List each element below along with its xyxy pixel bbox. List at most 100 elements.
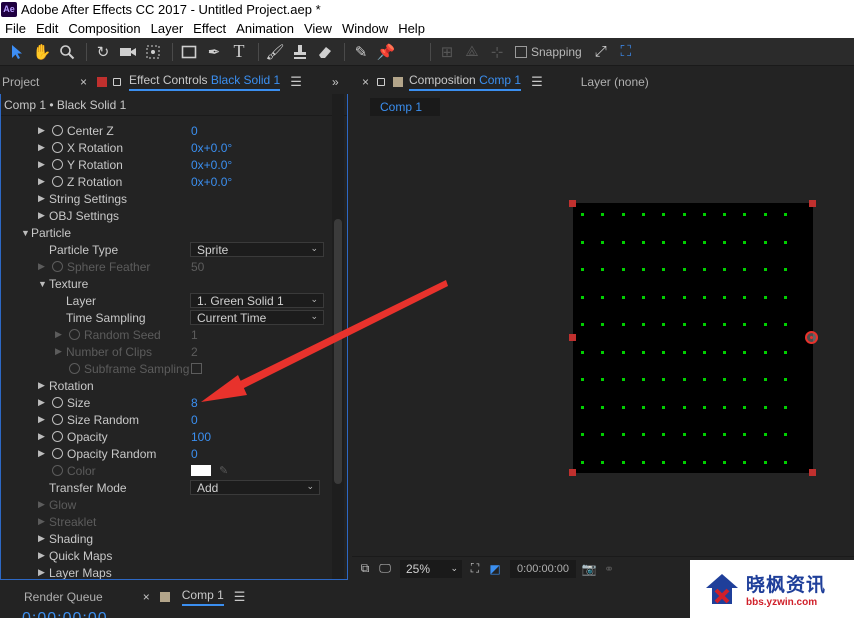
stopwatch-icon[interactable] xyxy=(69,329,80,340)
pan-behind-tool-icon[interactable] xyxy=(142,41,164,63)
region-of-interest-icon[interactable]: ⛶ xyxy=(466,560,484,578)
lock-icon[interactable] xyxy=(113,78,122,86)
property-dropdown[interactable]: Sprite ⌄ xyxy=(190,242,324,257)
stopwatch-icon[interactable] xyxy=(52,261,63,272)
menu-layer[interactable]: Layer xyxy=(146,21,189,36)
property-value[interactable]: 50 xyxy=(191,260,204,274)
tab-timeline-comp[interactable]: Comp 1 xyxy=(181,588,224,606)
expand-triangle-icon[interactable]: ▶ xyxy=(38,210,45,221)
property-row[interactable]: ▶ Opacity 100 xyxy=(1,428,331,445)
expand-triangle-icon[interactable]: ▶ xyxy=(38,397,45,408)
comp-navigator-tab[interactable]: Comp 1 xyxy=(370,98,440,116)
expand-triangle-icon[interactable]: ▶ xyxy=(38,567,45,578)
eyedropper-icon[interactable]: ✎ xyxy=(219,464,228,477)
transform-handle[interactable] xyxy=(569,200,576,207)
menu-edit[interactable]: Edit xyxy=(31,21,63,36)
clone-stamp-tool-icon[interactable] xyxy=(289,41,311,63)
property-row[interactable]: Particle Type Sprite ⌄ xyxy=(1,241,331,258)
monitor-icon[interactable]: 🖵 xyxy=(376,560,394,578)
menu-animation[interactable]: Animation xyxy=(231,21,299,36)
property-row[interactable]: ▶ Opacity Random 0 xyxy=(1,445,331,462)
property-value[interactable]: 1 xyxy=(191,328,198,342)
view-axis-mode-icon[interactable]: ⊹ xyxy=(486,41,508,63)
always-preview-icon[interactable]: ⧉ xyxy=(356,560,374,578)
zoom-tool-icon[interactable] xyxy=(56,41,78,63)
property-row[interactable]: ▶ Sphere Feather 50 xyxy=(1,258,331,275)
expand-triangle-icon[interactable]: ▶ xyxy=(38,176,45,187)
stopwatch-icon[interactable] xyxy=(52,431,63,442)
panel-menu-icon[interactable]: ☰ xyxy=(234,589,246,605)
effect-controls-scrollbar[interactable] xyxy=(332,94,344,579)
property-row[interactable]: ▶ Random Seed 1 xyxy=(1,326,331,343)
expand-triangle-icon[interactable]: ▶ xyxy=(38,261,45,272)
expand-triangle-icon[interactable]: ▶ xyxy=(38,550,45,561)
property-value[interactable]: 0 xyxy=(191,124,198,138)
timeline-current-time[interactable]: 0:00:00:00 xyxy=(22,610,108,618)
property-row[interactable]: ▶ Size Random 0 xyxy=(1,411,331,428)
expand-triangle-icon[interactable]: ▶ xyxy=(38,533,45,544)
stopwatch-icon[interactable] xyxy=(52,448,63,459)
menu-file[interactable]: File xyxy=(0,21,31,36)
expand-triangle-icon[interactable]: ▶ xyxy=(38,159,45,170)
property-row[interactable]: ▶ Z Rotation 0x+0.0° xyxy=(1,173,331,190)
transform-handle[interactable] xyxy=(569,469,576,476)
transform-handle[interactable] xyxy=(569,334,576,341)
property-row[interactable]: ▶ Quick Maps xyxy=(1,547,331,564)
panel-menu-icon[interactable]: ☰ xyxy=(290,74,302,90)
property-checkbox[interactable] xyxy=(191,363,202,374)
expand-triangle-icon[interactable]: ▶ xyxy=(38,142,45,153)
world-axis-mode-icon[interactable]: ⟁ xyxy=(461,41,483,63)
close-icon[interactable]: × xyxy=(362,75,369,89)
rotation-tool-icon[interactable]: ↻ xyxy=(92,41,114,63)
expand-triangle-icon[interactable]: ▶ xyxy=(38,414,45,425)
property-row[interactable]: Subframe Sampling xyxy=(1,360,331,377)
transparency-grid-icon[interactable]: ◩ xyxy=(486,560,504,578)
rectangle-tool-icon[interactable] xyxy=(178,41,200,63)
property-dropdown[interactable]: 1. Green Solid 1 ⌄ xyxy=(190,293,324,308)
menu-help[interactable]: Help xyxy=(393,21,430,36)
property-row[interactable]: ▶ Size 8 xyxy=(1,394,331,411)
roto-brush-tool-icon[interactable]: ✎ xyxy=(350,41,372,63)
stopwatch-icon[interactable] xyxy=(52,159,63,170)
tab-composition[interactable]: Composition Comp 1 xyxy=(409,73,522,91)
expand-triangle-icon[interactable]: ▶ xyxy=(38,431,45,442)
property-row[interactable]: ▼ Texture xyxy=(1,275,331,292)
expand-panels-icon[interactable]: » xyxy=(332,75,339,89)
expand-triangle-icon[interactable]: ▶ xyxy=(38,448,45,459)
eraser-tool-icon[interactable] xyxy=(314,41,336,63)
tab-render-queue[interactable]: Render Queue xyxy=(24,590,103,604)
tab-layer-viewer[interactable]: Layer (none) xyxy=(581,75,649,89)
lock-icon[interactable] xyxy=(377,78,386,86)
property-row[interactable]: ▶ Center Z 0 xyxy=(1,122,331,139)
selection-tool-icon[interactable] xyxy=(6,41,28,63)
expand-triangle-icon[interactable]: ▶ xyxy=(55,346,62,357)
scrollbar-thumb[interactable] xyxy=(334,219,342,484)
property-value[interactable]: 2 xyxy=(191,345,198,359)
property-value[interactable]: 0x+0.0° xyxy=(191,158,232,172)
property-row[interactable]: ▶ Glow xyxy=(1,496,331,513)
hand-tool-icon[interactable]: ✋ xyxy=(31,41,53,63)
property-value[interactable]: 8 xyxy=(191,396,198,410)
property-row[interactable]: Color ✎ xyxy=(1,462,331,479)
property-row[interactable]: ▶ Streaklet xyxy=(1,513,331,530)
property-value[interactable]: 0x+0.0° xyxy=(191,175,232,189)
property-row[interactable]: Layer 1. Green Solid 1 ⌄ xyxy=(1,292,331,309)
property-row[interactable]: ▶ Rotation xyxy=(1,377,331,394)
collapse-triangle-icon[interactable]: ▼ xyxy=(38,279,47,289)
expand-triangle-icon[interactable]: ▶ xyxy=(38,380,45,391)
snap-features-icon[interactable]: ⛶ xyxy=(615,41,637,63)
property-value[interactable]: 0 xyxy=(191,413,198,427)
pen-tool-icon[interactable]: ✒ xyxy=(203,41,225,63)
property-value[interactable]: 100 xyxy=(191,430,211,444)
tab-project[interactable]: Project xyxy=(0,75,80,89)
menu-composition[interactable]: Composition xyxy=(63,21,145,36)
collapse-triangle-icon[interactable]: ▼ xyxy=(21,228,30,238)
menu-window[interactable]: Window xyxy=(337,21,393,36)
snap-options-icon[interactable]: ⤢ xyxy=(590,41,612,63)
expand-triangle-icon[interactable]: ▶ xyxy=(38,516,45,527)
transform-handle[interactable] xyxy=(809,469,816,476)
puppet-pin-tool-icon[interactable]: 📌 xyxy=(375,41,397,63)
property-value[interactable]: 0x+0.0° xyxy=(191,141,232,155)
stopwatch-icon[interactable] xyxy=(69,363,80,374)
property-row[interactable]: ▶ Shading xyxy=(1,530,331,547)
